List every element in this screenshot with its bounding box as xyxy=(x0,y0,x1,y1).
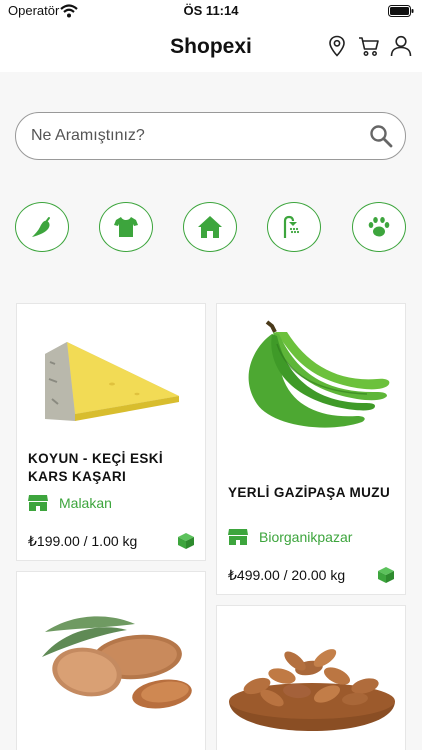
product-card[interactable]: YERLİ GAZİPAŞA MUZU Biorganikpazar ₺499.… xyxy=(216,303,406,595)
product-card[interactable]: KOYUN - KEÇİ ESKİ KARS KAŞARI Malakan ₺1… xyxy=(16,303,206,561)
product-name: YERLİ GAZİPAŞA MUZU xyxy=(228,485,391,500)
search-bar xyxy=(15,112,406,160)
store-icon xyxy=(28,495,48,511)
almond-bowl-image xyxy=(229,649,395,731)
category-pepper-button[interactable] xyxy=(15,202,69,252)
vendor-name[interactable]: Malakan xyxy=(59,495,112,511)
pepper-icon xyxy=(32,217,50,237)
search-icon[interactable] xyxy=(369,124,393,148)
product-name: KOYUN - KEÇİ ESKİ KARS KAŞARI xyxy=(28,451,164,484)
user-icon[interactable] xyxy=(389,34,413,58)
home-icon xyxy=(198,216,222,238)
status-bar: Operatör ÖS 11:14 xyxy=(0,0,422,22)
battery-icon xyxy=(388,5,414,17)
almond-shell-image xyxy=(42,616,192,709)
store-icon xyxy=(228,529,248,545)
vendor-name[interactable]: Biorganikpazar xyxy=(259,529,352,545)
product-price: ₺199.00 / 1.00 kg xyxy=(28,533,138,549)
package-icon xyxy=(378,567,394,583)
cart-icon[interactable] xyxy=(357,34,381,58)
cheese-image xyxy=(45,342,179,421)
banana-image xyxy=(248,320,390,428)
category-home-button[interactable] xyxy=(183,202,237,252)
category-bathroom-button[interactable] xyxy=(267,202,321,252)
product-card[interactable] xyxy=(16,571,206,750)
paw-icon xyxy=(368,217,390,237)
product-price: ₺499.00 / 20.00 kg xyxy=(228,567,346,583)
location-icon[interactable] xyxy=(325,34,349,58)
status-time: ÖS 11:14 xyxy=(183,3,239,18)
category-pets-button[interactable] xyxy=(352,202,406,252)
nav-bar: Shopexi xyxy=(0,22,422,72)
tshirt-icon xyxy=(114,217,138,237)
package-icon xyxy=(178,533,194,549)
product-card[interactable] xyxy=(216,605,406,750)
search-input[interactable] xyxy=(31,114,361,158)
category-clothing-button[interactable] xyxy=(99,202,153,252)
shower-icon xyxy=(283,215,300,238)
